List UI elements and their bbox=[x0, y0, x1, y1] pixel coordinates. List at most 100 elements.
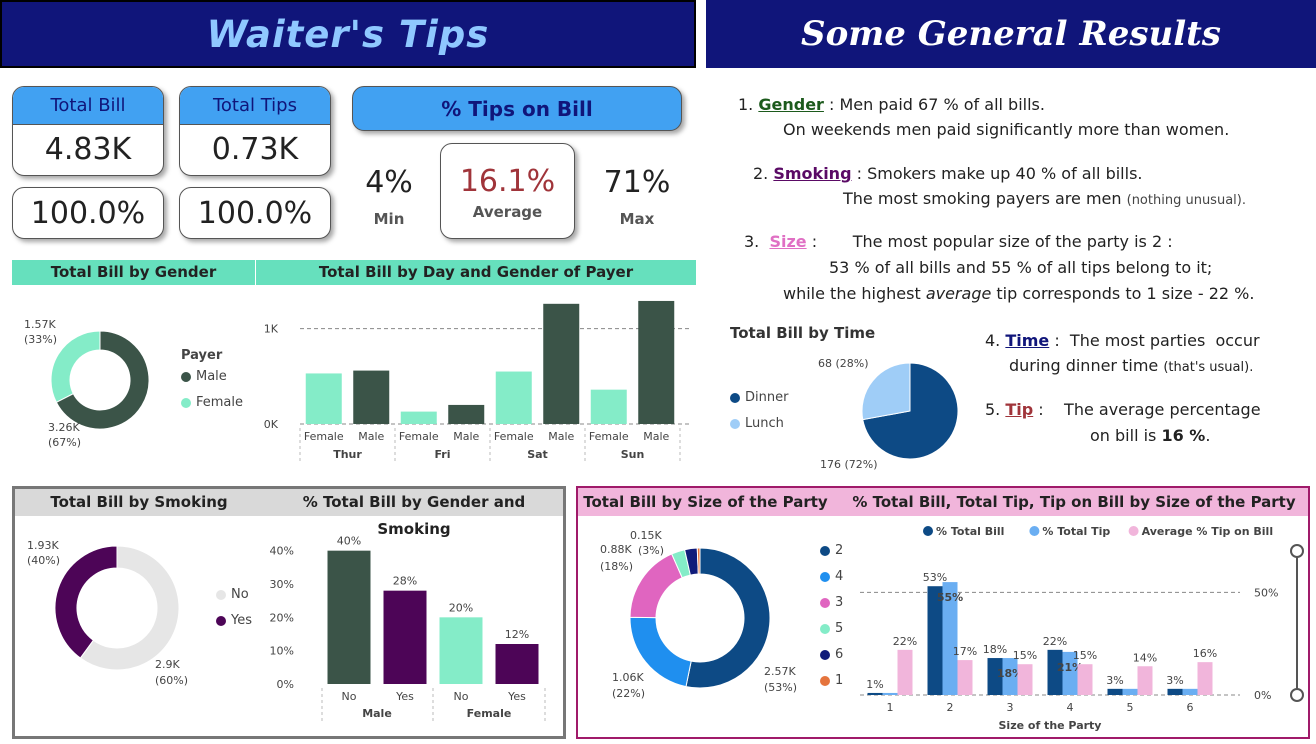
size-1-dot-icon bbox=[820, 675, 830, 686]
size-data-label-s0-c3: 22% bbox=[1043, 635, 1067, 648]
yes-dot-icon bbox=[216, 615, 226, 626]
day-x-label-7: Male bbox=[643, 430, 669, 443]
legend-item-no[interactable]: No bbox=[216, 587, 249, 602]
size-bar-s1-c4 bbox=[1122, 688, 1138, 695]
result-3-line3: while the highest average tip correspond… bbox=[783, 284, 1254, 303]
result-3-line3b: average bbox=[925, 284, 992, 303]
day-group-label-1: Fri bbox=[434, 448, 450, 461]
size-legend-dot-0 bbox=[923, 526, 933, 536]
total-bill-value: 4.83K bbox=[44, 132, 132, 167]
day-x-label-2: Female bbox=[399, 430, 439, 443]
legend-item-dinner[interactable]: Dinner bbox=[730, 390, 788, 405]
total-tips-card: Total Tips 0.73K bbox=[179, 86, 331, 176]
smoke-y-tick-1: 10% bbox=[270, 645, 294, 658]
size-data-label-s2-c1: 17% bbox=[953, 645, 977, 658]
result-smoking: 2. Smoking : Smokers make up 40 % of all… bbox=[753, 164, 1142, 183]
size-2-slice-label: 2.57K bbox=[764, 665, 796, 678]
result-time: 4. Time : The most parties occur bbox=[985, 331, 1260, 350]
size-bar-s0-c5 bbox=[1167, 688, 1183, 695]
size-legend-dot-2 bbox=[1128, 526, 1139, 536]
size-x-label-4: 5 bbox=[1127, 701, 1134, 714]
day-x-label-3: Male bbox=[453, 430, 479, 443]
slider-track bbox=[1296, 548, 1298, 696]
legend-item-lunch[interactable]: Lunch bbox=[730, 416, 784, 431]
smoke-x-label-3: Yes bbox=[507, 690, 526, 703]
day-bar-4 bbox=[495, 371, 532, 424]
result-2-line2: The most smoking payers are men (nothing… bbox=[843, 189, 1246, 208]
result-2-note: (nothing unusual). bbox=[1126, 193, 1246, 208]
legend-dinner-label: Dinner bbox=[745, 390, 789, 405]
size-legend-label-0: % Total Bill bbox=[936, 525, 1004, 538]
day-bar-7 bbox=[638, 300, 675, 424]
tips-min-value: 4% bbox=[365, 165, 413, 200]
slider-handle-top[interactable] bbox=[1290, 544, 1304, 558]
day-x-label-1: Male bbox=[358, 430, 384, 443]
result-3-line3c: tip corresponds to 1 size - 22 %. bbox=[991, 284, 1255, 303]
result-2-keyword: Smoking bbox=[773, 164, 852, 183]
result-2-line2-text: The most smoking payers are men bbox=[843, 189, 1122, 208]
size-bar-s2-c0 bbox=[897, 649, 913, 695]
result-2-number: 2. bbox=[753, 164, 769, 183]
legend-item-female[interactable]: Female bbox=[181, 395, 243, 410]
size-data-label-s2-c0: 22% bbox=[893, 635, 917, 648]
smoke-x-label-0: No bbox=[342, 690, 357, 703]
result-5-line2a: on bill is bbox=[1090, 426, 1162, 445]
yes-slice-pct: (40%) bbox=[27, 554, 60, 567]
slider-handle-bottom[interactable] bbox=[1290, 688, 1304, 702]
size-data-label-s2-c5: 16% bbox=[1193, 647, 1217, 660]
day-group-label-2: Sat bbox=[527, 448, 548, 461]
lunch-slice-label: 68 (28%) bbox=[818, 357, 869, 370]
no-dot-icon bbox=[216, 589, 226, 600]
smoke-data-label-3: 12% bbox=[505, 628, 529, 641]
legend-item-male[interactable]: Male bbox=[181, 369, 227, 384]
result-1-keyword: Gender bbox=[758, 95, 824, 114]
title-banner-left: Waiter's Tips bbox=[0, 0, 696, 68]
day-bar-5 bbox=[543, 303, 580, 424]
size-legend-dot-1 bbox=[1029, 526, 1040, 536]
size-5-dot-icon bbox=[820, 623, 830, 634]
size-bar-s0-c0 bbox=[867, 692, 883, 695]
female-slice-pct: (33%) bbox=[24, 333, 57, 346]
size-y-tick-0: 0% bbox=[1254, 689, 1271, 702]
result-4-number: 4. bbox=[985, 331, 1001, 350]
result-5-text: : The average percentage bbox=[1033, 400, 1261, 419]
size-6-dot-icon bbox=[820, 649, 830, 660]
smoke-data-label-2: 20% bbox=[449, 601, 473, 614]
no-slice-label: 2.9K bbox=[155, 658, 180, 671]
size-5-slice-label: 0.15K bbox=[630, 529, 662, 542]
size-x-label-5: 6 bbox=[1187, 701, 1194, 714]
legend-lunch-label: Lunch bbox=[745, 416, 784, 431]
size-bar-s2-c3 bbox=[1077, 664, 1093, 695]
result-5-line2: on bill is 16 %. bbox=[1090, 426, 1210, 445]
tips-average-card: 16.1% Average bbox=[440, 143, 575, 239]
dinner-slice-label: 176 (72%) bbox=[820, 458, 878, 471]
legend-item-yes[interactable]: Yes bbox=[216, 613, 252, 628]
size-legend-label-1: % Total Tip bbox=[1042, 525, 1110, 538]
size-bar-s0-c4 bbox=[1107, 688, 1123, 695]
male-slice-pct: (67%) bbox=[48, 436, 81, 449]
smoking-donut-chart: 1.93K (40%) 2.9K (60%) bbox=[27, 539, 188, 687]
lunch-dot-icon bbox=[730, 418, 740, 429]
smoke-bar-0 bbox=[327, 550, 371, 684]
smoke-bar-3 bbox=[495, 644, 539, 684]
party-size-bar-title: % Total Bill, Total Tip, Tip on Bill by … bbox=[852, 493, 1296, 511]
result-5-line2b: 16 % bbox=[1161, 426, 1206, 445]
tips-max-label: Max bbox=[619, 210, 655, 228]
size-x-label-2: 3 bbox=[1007, 701, 1014, 714]
size-bar-s1-c0 bbox=[882, 692, 898, 695]
legend-male-label: Male bbox=[196, 369, 227, 384]
smoke-data-label-0: 40% bbox=[337, 535, 361, 548]
smoke-data-label-1: 28% bbox=[393, 575, 417, 588]
size-x-axis-title: Size of the Party bbox=[999, 719, 1102, 732]
gender-chart-title: Total Bill by Gender bbox=[12, 260, 255, 285]
smoke-group-male: Male bbox=[362, 707, 392, 720]
y-tick-0k: 0K bbox=[264, 418, 279, 431]
size-bar-s2-c4 bbox=[1137, 666, 1153, 695]
size-data-label-s0-c2: 18% bbox=[983, 643, 1007, 656]
smoke-x-label-2: No bbox=[454, 690, 469, 703]
total-tips-value: 0.73K bbox=[211, 132, 299, 167]
size-x-label-0: 1 bbox=[887, 701, 894, 714]
size-data-label-s2-c2: 15% bbox=[1013, 649, 1037, 662]
size-4-slice-pct: (22%) bbox=[612, 687, 645, 700]
size-2-slice-pct: (53%) bbox=[764, 681, 797, 694]
